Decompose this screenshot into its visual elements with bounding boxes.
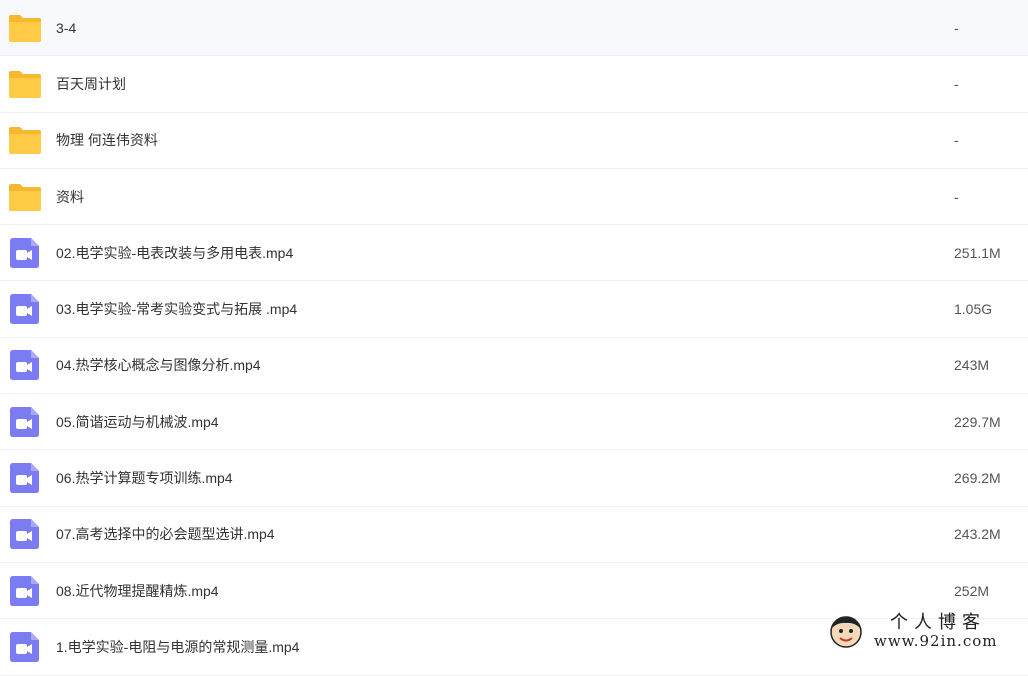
file-name: 3-4 — [56, 19, 77, 36]
file-name: 02.电学实验-电表改装与多用电表.mp4 — [56, 244, 294, 261]
video-file-icon — [10, 406, 39, 437]
watermark-title: 个人博客 — [890, 612, 986, 633]
file-name: 06.热学计算题专项训练.mp4 — [56, 470, 233, 487]
file-size: 243.2M — [954, 526, 1001, 543]
file-size: - — [954, 188, 959, 205]
list-item[interactable]: 03.电学实验-常考实验变式与拓展 .mp4 1.05G — [0, 281, 1028, 338]
file-size: - — [954, 19, 959, 36]
list-item[interactable]: 3-4 - — [0, 0, 1028, 57]
file-size: - — [954, 132, 959, 149]
file-name: 04.热学核心概念与图像分析.mp4 — [56, 357, 261, 374]
folder-icon — [9, 127, 41, 155]
file-size: 252M — [954, 582, 990, 599]
file-name: 07.高考选择中的必会题型选讲.mp4 — [56, 526, 275, 543]
file-name: 05.简谐运动与机械波.mp4 — [56, 413, 219, 430]
list-item[interactable]: 04.热学核心概念与图像分析.mp4 243M — [0, 338, 1028, 395]
video-file-icon — [10, 237, 39, 268]
file-size: 243M — [954, 357, 990, 374]
video-file-icon — [10, 575, 39, 606]
file-name: 1.电学实验-电阻与电源的常规测量.mp4 — [56, 638, 300, 655]
file-size: 251.1M — [954, 244, 1001, 261]
file-size: - — [954, 75, 959, 92]
folder-icon — [9, 14, 41, 42]
list-item[interactable]: 07.高考选择中的必会题型选讲.mp4 243.2M — [0, 507, 1028, 563]
watermark-url: www.92in.com — [874, 632, 998, 650]
file-name: 08.近代物理提醒精炼.mp4 — [56, 582, 219, 599]
watermark: 个人博客 www.92in.com — [828, 608, 1020, 654]
file-name: 03.电学实验-常考实验变式与拓展 .mp4 — [56, 301, 298, 318]
list-item[interactable]: 资料 - — [0, 169, 1028, 226]
video-file-icon — [10, 350, 39, 381]
file-name: 百天周计划 — [56, 75, 126, 92]
cartoon-face-icon — [830, 616, 862, 648]
list-item[interactable]: 百天周计划 - — [0, 56, 1028, 113]
file-size: 1.05G — [954, 301, 993, 318]
file-name: 物理 何连伟资料 — [56, 132, 158, 149]
file-size: 269.2M — [954, 470, 1001, 487]
list-item[interactable]: 05.简谐运动与机械波.mp4 229.7M — [0, 394, 1028, 451]
file-size: 229.7M — [954, 413, 1001, 430]
file-list: 3-4 - 百天周计划 - 物理 何连伟资料 - 资料 - 02.电学实验-电表… — [0, 0, 1028, 676]
list-item[interactable]: 02.电学实验-电表改装与多用电表.mp4 251.1M — [0, 225, 1028, 282]
video-file-icon — [10, 463, 39, 494]
folder-icon — [9, 183, 41, 211]
list-item[interactable]: 物理 何连伟资料 - — [0, 113, 1028, 169]
list-item[interactable]: 06.热学计算题专项训练.mp4 269.2M — [0, 450, 1028, 507]
video-file-icon — [10, 631, 39, 662]
folder-icon — [9, 70, 41, 98]
file-name: 资料 — [56, 188, 84, 205]
video-file-icon — [10, 519, 39, 550]
video-file-icon — [10, 294, 39, 325]
